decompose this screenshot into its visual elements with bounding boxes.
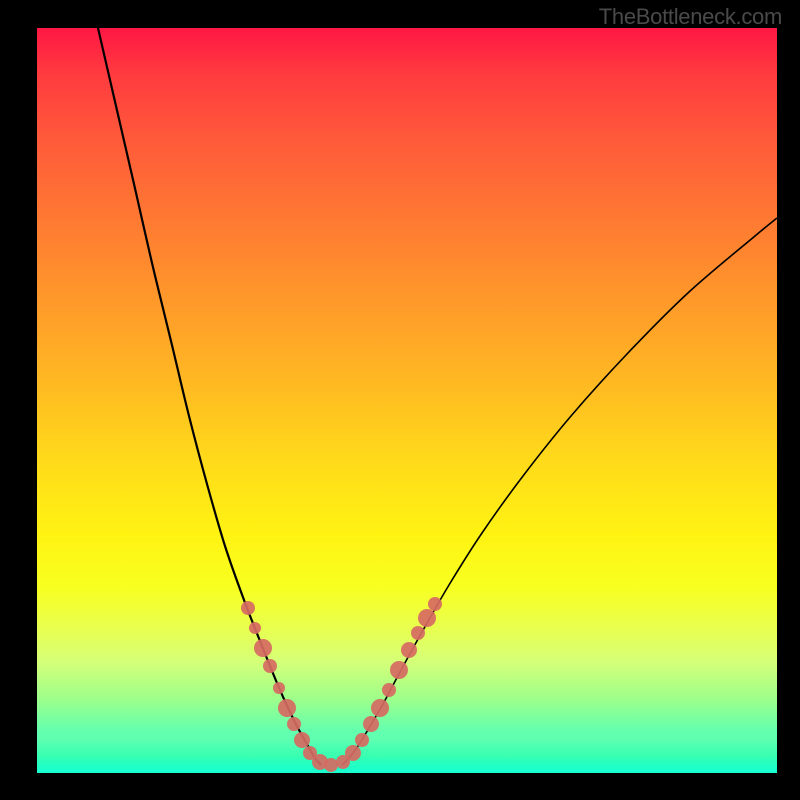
curve-left-branch	[98, 28, 321, 765]
marker-dot	[418, 609, 436, 627]
marker-dot	[294, 732, 310, 748]
plot-area	[37, 28, 777, 773]
marker-dot	[287, 717, 301, 731]
marker-dot	[382, 683, 396, 697]
marker-dot	[324, 758, 338, 772]
marker-dot	[401, 642, 417, 658]
marker-dot	[241, 601, 255, 615]
marker-dot	[390, 661, 408, 679]
marker-dot	[273, 682, 285, 694]
watermark-text: TheBottleneck.com	[599, 4, 782, 30]
marker-dot	[363, 716, 379, 732]
marker-dot	[278, 699, 296, 717]
marker-dot	[263, 659, 277, 673]
marker-dot	[428, 597, 442, 611]
curve-right-branch	[342, 218, 777, 765]
chart-frame: TheBottleneck.com	[0, 0, 800, 800]
marker-dot	[254, 639, 272, 657]
marker-dot	[345, 745, 361, 761]
marker-dot	[371, 699, 389, 717]
marker-dot	[411, 626, 425, 640]
curve-svg	[37, 28, 777, 773]
marker-dot	[249, 622, 261, 634]
marker-dot	[355, 733, 369, 747]
